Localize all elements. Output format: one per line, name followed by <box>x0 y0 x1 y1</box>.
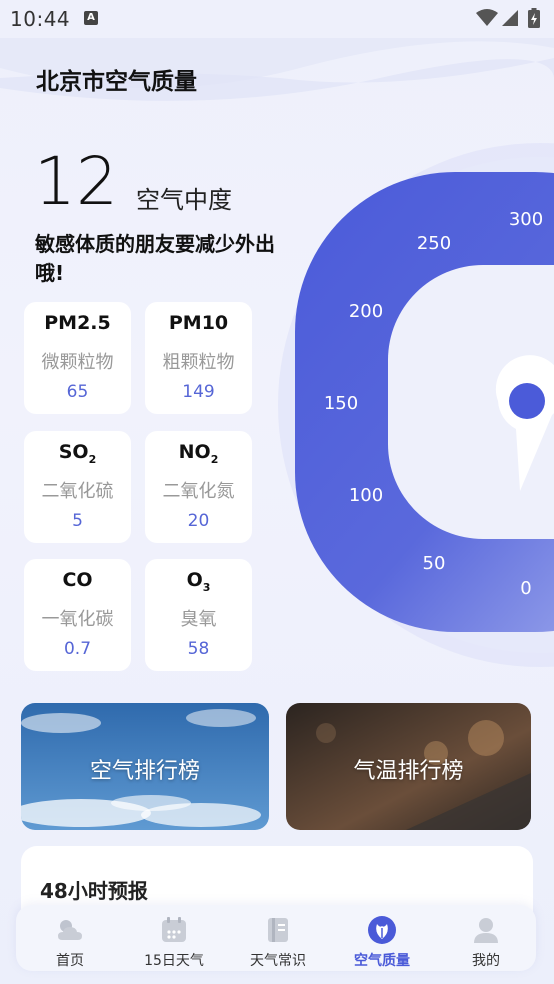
pollutant-card-so2[interactable]: SO2 二氧化硫 5 <box>24 431 131 543</box>
pollutant-symbol: PM10 <box>168 312 229 334</box>
gauge-scale-label: 300 <box>509 209 543 230</box>
gauge-scale-label: 250 <box>417 233 451 254</box>
air-ranking-banner[interactable]: 空气排行榜 <box>21 703 269 830</box>
pollutant-card-co[interactable]: CO 一氧化碳 0.7 <box>24 559 131 671</box>
pollutant-symbol: PM2.5 <box>44 312 111 334</box>
aqi-advice: 敏感体质的朋友要减少外出哦! <box>35 232 275 285</box>
weather-icon <box>58 920 82 940</box>
pollutant-symbol: NO2 <box>178 441 219 466</box>
tab-air-quality[interactable]: 空气质量 <box>330 905 434 971</box>
pollutant-name: 二氧化硫 <box>41 481 114 502</box>
bottom-tab-bar: 首页 15日天气 天气常识 空气质量 我的 <box>16 905 536 971</box>
tab-label: 天气常识 <box>250 953 306 969</box>
notification-icon: A <box>84 11 98 25</box>
pollutant-symbol: O3 <box>186 569 211 594</box>
tab-label: 首页 <box>56 953 84 969</box>
gauge-scale-label: 0 <box>520 578 531 599</box>
aqi-level: 空气中度 <box>136 186 232 214</box>
pollutant-symbol: SO2 <box>58 441 97 466</box>
pollutant-card-no2[interactable]: NO2 二氧化氮 20 <box>145 431 252 543</box>
pollutant-value: 0.7 <box>63 639 92 659</box>
tab-15-day[interactable]: 15日天气 <box>122 905 226 971</box>
pollutant-name: 粗颗粒物 <box>162 352 235 373</box>
pollutant-card-o3[interactable]: O3 臭氧 58 <box>145 559 252 671</box>
gauge-scale-label: 200 <box>349 301 383 322</box>
temperature-ranking-banner[interactable]: 气温排行榜 <box>286 703 531 830</box>
pollutant-symbol: CO <box>62 569 93 591</box>
leaf-icon <box>368 916 396 944</box>
air-ranking-label: 空气排行榜 <box>89 759 200 784</box>
gauge-scale-label: 50 <box>423 553 446 574</box>
temperature-ranking-label: 气温排行榜 <box>353 759 464 784</box>
pollutant-name: 一氧化碳 <box>41 609 114 630</box>
pollutant-name: 微颗粒物 <box>41 352 114 373</box>
tab-label: 空气质量 <box>354 953 410 969</box>
aqi-gauge: 300 250 200 150 100 50 0 <box>278 143 554 667</box>
calendar-icon <box>162 917 186 942</box>
pollutant-value: 58 <box>187 639 210 659</box>
gauge-scale-label: 100 <box>349 485 383 506</box>
wifi-icon <box>476 9 498 26</box>
tab-label: 15日天气 <box>144 953 204 969</box>
forecast-title: 48小时预报 <box>40 879 148 903</box>
pollutant-name: 二氧化氮 <box>162 481 235 502</box>
tab-profile[interactable]: 我的 <box>434 905 538 971</box>
pollutant-card-pm25[interactable]: PM2.5 微颗粒物 65 <box>24 302 131 414</box>
user-icon <box>474 918 498 943</box>
gauge-scale-label: 150 <box>324 393 358 414</box>
tab-home[interactable]: 首页 <box>18 905 122 971</box>
status-time: 10:44 <box>10 7 71 31</box>
pollutant-name: 臭氧 <box>180 609 217 630</box>
pollutant-value: 149 <box>182 382 215 402</box>
battery-icon <box>528 8 540 28</box>
signal-icon <box>502 10 518 26</box>
tab-weather-tips[interactable]: 天气常识 <box>226 905 330 971</box>
status-bar: 10:44 A <box>0 0 554 38</box>
pollutant-value: 65 <box>66 382 89 402</box>
page-title: 北京市空气质量 <box>36 69 197 95</box>
aqi-value: 12 <box>34 143 118 220</box>
pollutant-card-pm10[interactable]: PM10 粗颗粒物 149 <box>145 302 252 414</box>
tab-label: 我的 <box>472 953 500 969</box>
pollutant-value: 20 <box>187 511 210 531</box>
pollutant-value: 5 <box>72 511 83 531</box>
book-icon <box>268 918 288 942</box>
